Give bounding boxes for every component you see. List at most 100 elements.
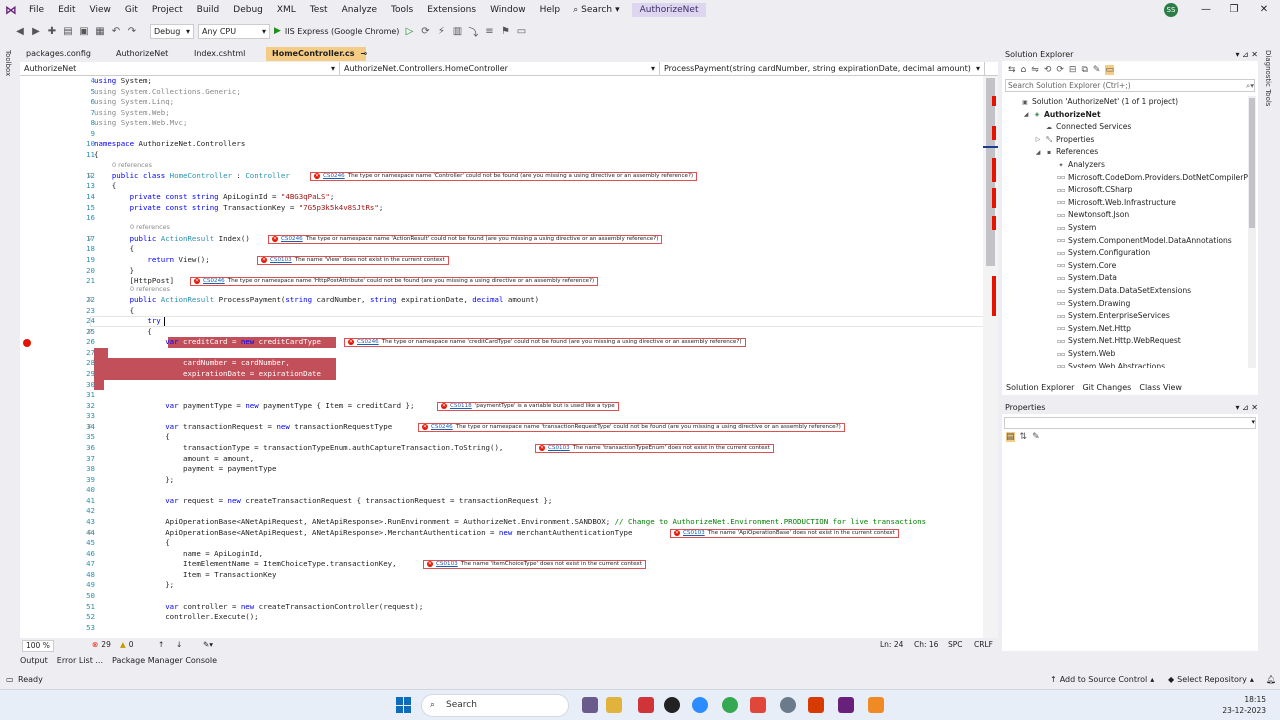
pin-icon[interactable]: ▾ ⊿ ✕ [1235, 48, 1258, 61]
start-debugging-button[interactable]: ▶ [274, 26, 281, 36]
expander-icon[interactable] [1046, 237, 1054, 244]
save-all-icon[interactable]: ▦ [94, 26, 106, 37]
error-squiggle-tooltip[interactable]: ✕ CS0246 The type or namespace name 'trans… [418, 422, 845, 432]
up-arrow-icon[interactable]: ↑ [158, 639, 164, 651]
tree-item[interactable]: ▫▫ System.Web.Abstractions [1046, 361, 1165, 368]
refresh-icon[interactable]: ⟳ [1056, 65, 1064, 75]
error-code-link[interactable]: CS0103 [548, 445, 570, 451]
project-dropdown[interactable]: AuthorizeNet ▾ [20, 62, 340, 75]
code-line[interactable]: 49 }; [20, 580, 998, 591]
menu-item[interactable]: Debug [226, 0, 270, 20]
menu-item[interactable]: Test [303, 0, 335, 20]
code-line[interactable]: 23 { [20, 306, 998, 317]
code-line[interactable]: 39 }; [20, 475, 998, 486]
expander-icon[interactable] [1046, 338, 1054, 345]
code-line[interactable]: 14 private const string ApiLoginId = "4B… [20, 192, 998, 203]
menu-item[interactable]: View [83, 0, 118, 20]
fold-icon[interactable]: ⊟ [88, 172, 92, 179]
code-line[interactable]: 20 } [20, 266, 998, 277]
code-line[interactable]: 33 [20, 411, 998, 422]
expander-icon[interactable] [1034, 124, 1042, 131]
menu-item[interactable]: Extensions [420, 0, 483, 20]
code-line[interactable]: 43 ApiOperationBase<ANetApiRequest, ANet… [20, 517, 998, 528]
fold-icon[interactable]: ⊟ [88, 235, 92, 242]
error-squiggle-tooltip[interactable]: ✕ CS0103 The name 'View' does not exist in… [257, 256, 449, 265]
tree-item[interactable]: ▫▫ System.Data.DataSetExtensions [1046, 285, 1191, 297]
zoom-dropdown[interactable]: 100 % [22, 640, 54, 652]
bottom-tab[interactable]: Output [20, 653, 48, 669]
expander-icon[interactable] [1046, 313, 1054, 320]
expander-icon[interactable]: ◢ [1022, 111, 1030, 118]
code-line[interactable]: 38 payment = paymentType [20, 464, 998, 475]
code-line[interactable]: 6 using System.Linq; [20, 97, 998, 108]
close-window-button[interactable]: ✕ [1249, 0, 1279, 20]
tree-item[interactable]: ▷ 🔧︎ Properties [1034, 134, 1095, 146]
menu-item[interactable]: XML [270, 0, 303, 20]
browser-link-icon[interactable]: ⟳ [419, 26, 431, 37]
menu-item[interactable]: Build [190, 0, 227, 20]
tree-item[interactable]: ▫▫ System.Web [1046, 348, 1115, 360]
code-line[interactable]: 13 { [20, 181, 998, 192]
bottom-tab[interactable]: Error List ... [57, 653, 103, 669]
tree-item[interactable]: ☁ Connected Services [1034, 121, 1131, 133]
expander-icon[interactable] [1010, 99, 1018, 106]
code-line[interactable]: 51 var controller = new createTransactio… [20, 602, 998, 613]
code-line[interactable]: 42 [20, 506, 998, 517]
error-code-link[interactable]: CS0246 [281, 236, 303, 242]
configuration-dropdown[interactable]: Debug ▾ [150, 23, 194, 39]
code-line[interactable]: 16 [20, 213, 998, 224]
expander-icon[interactable] [1046, 199, 1054, 206]
error-squiggle-tooltip[interactable]: ✕ CS0118'paymentType' is a variable but i… [437, 401, 619, 411]
run-target-label[interactable]: IIS Express (Google Chrome) [285, 27, 400, 36]
error-squiggle-tooltip[interactable]: ✕ CS0103 The name 'ApiOperationBase' does … [670, 528, 899, 538]
recorder-icon[interactable] [750, 697, 766, 713]
expander-icon[interactable] [1046, 288, 1054, 295]
properties-wrench-icon[interactable]: ✎ [1093, 65, 1101, 75]
down-arrow-icon[interactable]: ↓ [176, 639, 182, 651]
tree-item[interactable]: ▫▫ System.Net.Http [1046, 323, 1131, 335]
error-squiggle-tooltip[interactable]: ✕ CS0103 The name 'ItemChoiceType' does no… [423, 560, 646, 570]
expander-icon[interactable] [1046, 212, 1054, 219]
restore-button[interactable]: ❐ [1219, 0, 1249, 20]
tree-item[interactable]: ▫▫ System.Drawing [1046, 298, 1130, 310]
tree-item[interactable]: ▫▫ System.EnterpriseServices [1046, 310, 1170, 322]
show-all-icon[interactable]: ⧉ [1081, 65, 1087, 75]
tree-item[interactable]: ▣ Solution 'AuthorizeNet' (1 of 1 project… [1010, 96, 1178, 108]
switch-view-icon[interactable]: ⇋ [1031, 65, 1039, 75]
code-line[interactable]: 28 cardNumber = cardNumber, [20, 358, 998, 369]
error-code-link[interactable]: CS0118 [450, 403, 472, 409]
code-line[interactable]: 27 { [20, 348, 998, 359]
menu-item[interactable]: Edit [51, 0, 82, 20]
categorized-icon[interactable]: ▤ [1006, 432, 1015, 442]
expander-icon[interactable] [1046, 174, 1054, 181]
code-line[interactable]: 7 using System.Web; [20, 108, 998, 119]
code-line[interactable]: 10 namespace AuthorizeNet.Controllers [20, 139, 998, 150]
code-line[interactable]: 15 private const string TransactionKey =… [20, 203, 998, 214]
diagnostic-tools-tab[interactable]: Diagnostic Tools [1264, 50, 1272, 106]
error-code-link[interactable]: CS0246 [357, 339, 379, 345]
save-icon[interactable]: ▣ [78, 26, 90, 37]
codelens-references[interactable]: 0 references [130, 285, 170, 293]
tree-item[interactable]: ▫▫ Microsoft.CodeDom.Providers.DotNetComp… [1046, 172, 1248, 184]
windows-start-icon[interactable] [396, 697, 412, 713]
app-orange-icon[interactable] [868, 697, 884, 713]
menu-item[interactable]: File [22, 0, 51, 20]
visual-studio-taskbar-icon[interactable] [838, 697, 854, 713]
tree-item[interactable]: ✦ Analyzers [1046, 159, 1105, 171]
redo-icon[interactable]: ↷ [126, 26, 138, 37]
tree-item[interactable]: ▫▫ System.Data [1046, 272, 1117, 284]
breakpoint-icon[interactable] [23, 338, 31, 347]
document-tab[interactable]: packages.config [20, 47, 110, 61]
error-squiggle-tooltip[interactable]: ✕ CS0246 The type or namespace name 'HttpP… [190, 277, 599, 287]
cleanup-icon[interactable]: ✎▾ [203, 639, 213, 651]
expander-icon[interactable] [1046, 300, 1054, 307]
code-line[interactable]: 50 [20, 591, 998, 602]
alphabetical-icon[interactable]: ⇅ [1020, 432, 1028, 442]
expander-icon[interactable] [1046, 187, 1054, 194]
tree-item[interactable]: ▫▫ Microsoft.Web.Infrastructure [1046, 197, 1176, 209]
taskbar-search[interactable]: ⌕ Search [421, 694, 569, 717]
fold-icon[interactable]: ⊟ [88, 296, 92, 303]
error-squiggle-tooltip[interactable]: ✕ CS0246 The type or namespace name 'Contr… [310, 171, 698, 181]
error-code-link[interactable]: CS0103 [270, 257, 292, 263]
expander-icon[interactable] [1046, 325, 1054, 332]
